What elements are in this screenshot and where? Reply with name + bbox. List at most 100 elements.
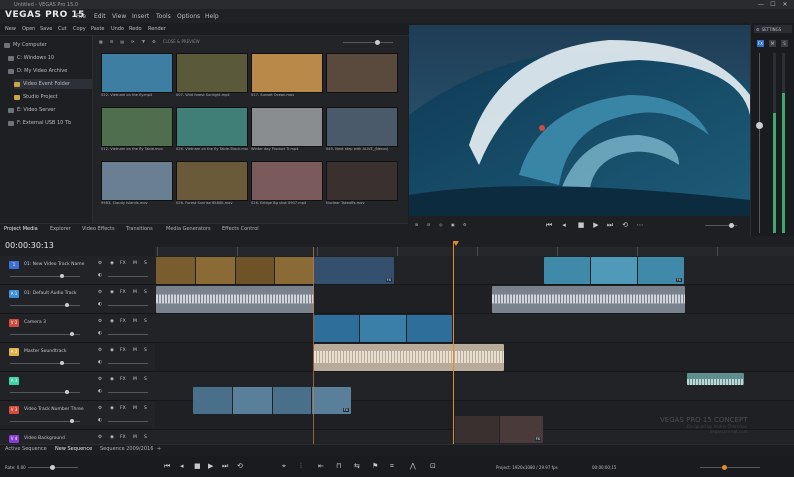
preview-snapshot-icon[interactable]: ◎ [439,222,443,227]
open-button[interactable]: Open [22,26,35,32]
snap-icon[interactable]: ⊓ [336,462,341,470]
track-automation-icon[interactable]: ◉ [110,348,114,353]
menu-insert[interactable]: Insert [132,13,149,20]
timeline-clip-selected[interactable]: FX [314,257,394,284]
trim-icon[interactable]: ⇤ [318,462,324,470]
clip-fx-badge[interactable]: FX [534,437,541,441]
tab-project-media[interactable]: Project Media [4,226,38,232]
lock-icon[interactable]: ⊡ [430,462,436,470]
track-volume-knob[interactable] [65,390,69,394]
media-thumbnail[interactable]: 017- Sunset Ocean.mov [251,53,323,97]
track-solo-button[interactable]: S [144,377,147,382]
play-icon[interactable]: ▶ [208,462,213,470]
track-solo-button[interactable]: S [144,348,147,353]
track-solo-button[interactable]: S [144,290,147,295]
track-settings-icon[interactable]: ⚙ [98,290,102,295]
track-volume-slider[interactable] [10,276,80,277]
media-thumbnail[interactable]: 007- Wild forest Sunlight.mp4 [176,53,248,97]
split-icon[interactable]: ⫶ [300,462,302,471]
loop-icon[interactable]: ⟲ [621,221,629,229]
media-thumbnail[interactable]: 045- Next step with ALIVE_(Nexus) [326,107,398,151]
track-name[interactable]: Master Soundtrack [24,349,66,354]
tab-media-generators[interactable]: Media Generators [166,226,211,232]
track-solo-button[interactable]: S [144,319,147,324]
track-pan-icon[interactable]: ◐ [98,389,102,394]
thumbnail-zoom-slider[interactable] [343,42,393,43]
track-automation-icon[interactable]: ◉ [110,406,114,411]
track-automation-icon[interactable]: ◉ [110,435,114,440]
track-mute-button[interactable]: M [133,319,137,324]
menu-edit[interactable]: Edit [94,13,106,20]
track-mute-button[interactable]: M [133,406,137,411]
track-mute-button[interactable]: M [133,435,137,440]
media-thumbnail[interactable]: 026- Forest Sunrise 6580K.mov [176,161,248,205]
tree-item-e-drive[interactable]: E: Video Server [8,105,55,115]
grid-icon[interactable]: ▤ [120,39,124,47]
track-fx-button[interactable]: FX [120,377,126,382]
track-pan-slider[interactable] [108,363,148,364]
track-volume-knob[interactable] [60,361,64,365]
clip-fx-badge[interactable]: FX [675,278,682,282]
track-automation-icon[interactable]: ◉ [110,261,114,266]
tab-active-sequence[interactable]: Active Sequence [5,446,47,452]
audio-clip[interactable] [314,344,504,371]
stop-icon[interactable]: ■ [577,221,585,229]
playhead-line[interactable] [453,241,454,444]
track-fx-button[interactable]: FX [120,435,126,440]
save-button[interactable]: Save [40,26,52,32]
cut-button[interactable]: Cut [58,26,67,32]
prev-frame-icon[interactable]: ◂ [560,221,568,229]
track-pan-slider[interactable] [108,334,148,335]
solo-button[interactable]: S [781,40,788,47]
more-icon[interactable]: ⋯ [636,221,644,229]
track-settings-icon[interactable]: ⚙ [98,406,102,411]
tree-item-my-computer[interactable]: My Computer [4,40,47,50]
track-volume-slider[interactable] [10,363,80,364]
loop-icon[interactable]: ⟲ [237,462,243,470]
track-header[interactable]: A 2 Master Soundtrack ⚙ ◉ FX M S ◐ [0,343,155,372]
track-name[interactable]: 01: New Video Track Name [24,262,84,267]
settings-icon[interactable]: ⚙ [152,39,156,47]
track-name[interactable]: 01: Default Audio Track [24,291,77,296]
tab-video-effects[interactable]: Video Effects [82,226,115,232]
track-settings-icon[interactable]: ⚙ [98,319,102,324]
paste-button[interactable]: Paste [91,26,105,32]
go-to-end-icon[interactable]: ⏭ [606,221,614,229]
track-pan-icon[interactable]: ◐ [98,331,102,336]
tree-item-studio-project[interactable]: Studio Project [14,92,58,102]
audio-clip[interactable] [492,286,685,313]
media-thumbnail[interactable]: 9983- Cloudy Islands.mov [101,161,173,205]
track-header[interactable]: A 1 01: Default Audio Track ⚙ ◉ FX M S ◐ [0,285,155,314]
track-fx-button[interactable]: FX [120,406,126,411]
go-to-end-icon[interactable]: ⏭ [222,462,228,471]
stop-icon[interactable]: ■ [194,462,201,470]
media-thumbnail[interactable]: 022- Vietnam on the fly.mp4 [101,53,173,97]
track-pan-icon[interactable]: ◐ [98,360,102,365]
track-volume-slider[interactable] [10,392,80,393]
envelope-icon[interactable]: ⋀ [410,462,416,470]
preview-volume-knob[interactable] [729,223,734,228]
preview-grid-icon[interactable]: ⊟ [427,222,430,227]
track-header[interactable]: V 2 Camera 3 ⚙ ◉ FX M S ◐ [0,314,155,343]
go-to-start-icon[interactable]: ⏮ [545,221,553,229]
media-thumbnail[interactable]: Winter day Product Tr.mp4 [251,107,323,151]
tab-explorer[interactable]: Explorer [50,226,71,232]
track-settings-icon[interactable]: ⚙ [98,377,102,382]
audio-clip[interactable] [687,373,744,385]
track-automation-icon[interactable]: ◉ [110,319,114,324]
track-pan-slider[interactable] [108,276,148,277]
track-volume-knob[interactable] [60,274,64,278]
media-thumbnail[interactable]: 026- Bridge Bg shot 0907.mp4 [251,161,323,205]
track-mute-button[interactable]: M [133,261,137,266]
zoom-slider-knob[interactable] [722,465,727,470]
track-fx-button[interactable]: FX [120,348,126,353]
list-icon[interactable]: ☰ [110,39,114,47]
add-sequence-button[interactable]: + [157,446,161,452]
view-icon[interactable]: ▦ [99,39,103,47]
track-pan-icon[interactable]: ◐ [98,273,102,278]
tree-item-video-event-folder[interactable]: Video Event Folder [14,79,92,89]
track-name[interactable]: Camera 3 [24,320,46,325]
rate-slider-knob[interactable] [50,465,55,470]
region-icon[interactable]: ⌗ [390,462,394,471]
track-name[interactable]: Video Background [24,436,65,441]
